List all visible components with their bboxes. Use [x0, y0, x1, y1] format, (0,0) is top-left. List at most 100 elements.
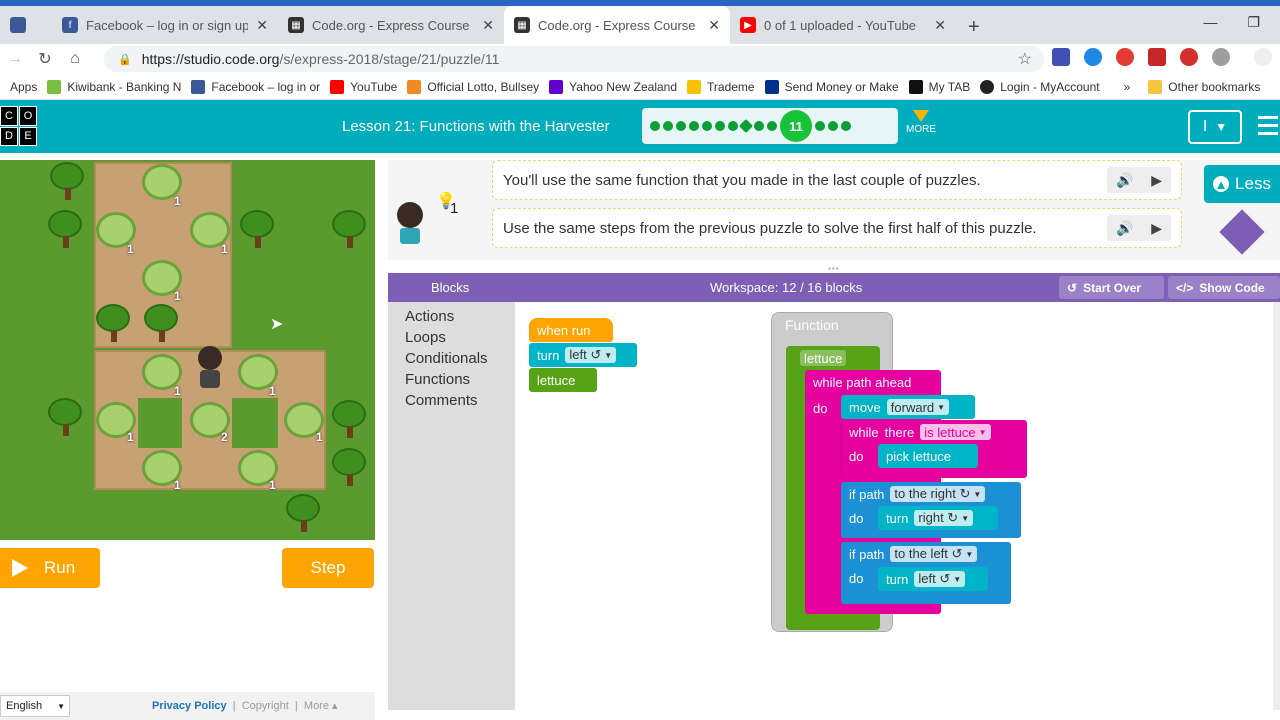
lesson-title[interactable]: Lesson 21: Functions with the Harvester	[342, 118, 610, 135]
puzzle-dot[interactable]	[841, 121, 851, 131]
more-button[interactable]: MORE	[906, 110, 936, 135]
extension-icon[interactable]	[1212, 48, 1230, 66]
privacy-link[interactable]: Privacy Policy	[152, 700, 227, 712]
function-name[interactable]: lettuce	[800, 350, 847, 366]
direction-dropdown[interactable]: to the right ↻ ▼	[890, 486, 986, 502]
adblock-icon[interactable]	[1116, 48, 1134, 66]
puzzle-dot[interactable]	[828, 121, 838, 131]
bookmark-myaccount[interactable]: Login - MyAccount	[980, 79, 1100, 94]
run-button[interactable]: Run	[0, 548, 100, 588]
less-button[interactable]: ▲ Less	[1204, 165, 1280, 203]
language-select[interactable]: English ▼	[0, 695, 70, 717]
hamburger-menu-icon[interactable]	[1258, 116, 1278, 140]
block-label: when run	[537, 322, 591, 338]
puzzle-dot[interactable]	[689, 121, 699, 131]
show-code-button[interactable]: </> Show Code	[1168, 276, 1280, 299]
bookmark-kiwibank[interactable]: Kiwibank - Banking N	[47, 79, 181, 94]
tab-codeorg-active[interactable]: ▦ Code.org - Express Course (2018 ✕	[504, 6, 730, 44]
puzzle-dot-assessment[interactable]	[738, 118, 754, 134]
pinned-tab[interactable]	[0, 6, 46, 44]
tab-codeorg-1[interactable]: ▦ Code.org - Express Course (2018 ✕	[278, 6, 504, 44]
bookmark-facebook[interactable]: Facebook – log in or	[191, 79, 320, 94]
toolbox-functions[interactable]: Functions	[405, 371, 470, 388]
user-menu[interactable]: I ▼	[1188, 110, 1242, 144]
toolbox-conditionals[interactable]: Conditionals	[405, 350, 488, 367]
direction-dropdown[interactable]: forward ▼	[886, 399, 950, 415]
puzzle-dot[interactable]	[767, 121, 777, 131]
close-tab-icon[interactable]: ✕	[256, 17, 268, 34]
bookmark-mytab[interactable]: My TAB	[908, 79, 970, 94]
turn-left-block-2[interactable]: turn left ↺ ▼	[878, 567, 988, 591]
direction-dropdown[interactable]: to the left ↺ ▼	[890, 546, 978, 562]
turn-right-block[interactable]: turn right ↻ ▼	[878, 506, 998, 530]
profile-icon[interactable]	[1254, 48, 1272, 66]
code-workspace[interactable]: when run turn left ↺ ▼ lettuce Function l…	[515, 302, 1280, 710]
pick-lettuce-block[interactable]: pick lettuce	[878, 444, 978, 468]
bookmarks-overflow[interactable]: »	[1124, 80, 1131, 94]
close-tab-icon[interactable]: ✕	[934, 17, 946, 34]
tab-facebook[interactable]: f Facebook – log in or sign up ✕	[52, 6, 278, 44]
url-domain: https://studio.code.org	[141, 51, 280, 67]
direction-dropdown[interactable]: left ↺ ▼	[914, 571, 966, 587]
bookmark-label: Trademe	[707, 79, 755, 94]
puzzle-dot[interactable]	[728, 121, 738, 131]
puzzle-dot[interactable]	[663, 121, 673, 131]
if-path-right-block[interactable]: if path to the right ↻ ▼	[841, 482, 1021, 506]
puzzle-dot[interactable]	[815, 121, 825, 131]
puzzle-dot[interactable]	[702, 121, 712, 131]
bookmark-youtube[interactable]: YouTube	[330, 79, 397, 94]
close-tab-icon[interactable]: ✕	[482, 17, 494, 34]
opera-icon[interactable]	[1180, 48, 1198, 66]
bookmark-paypal[interactable]: Send Money or Make	[764, 79, 899, 94]
speaker-icon[interactable]: 🔊	[1116, 172, 1133, 189]
speaker-icon[interactable]: 🔊	[1116, 220, 1133, 237]
bookmark-other[interactable]: Other bookmarks	[1148, 79, 1260, 94]
puzzle-dot[interactable]	[650, 121, 660, 131]
if-path-left-block[interactable]: if path to the left ↺ ▼	[841, 542, 1011, 566]
codeorg-logo[interactable]: C O D E	[0, 106, 37, 146]
more-link[interactable]: More ▴	[304, 700, 338, 712]
puzzle-dot[interactable]	[715, 121, 725, 131]
toolbox-actions[interactable]: Actions	[405, 308, 454, 325]
bookmark-star-icon[interactable]: ☆	[1018, 49, 1032, 69]
bookmark-trademe[interactable]: Trademe	[687, 79, 755, 94]
bookmark-apps[interactable]: Apps	[10, 80, 37, 94]
condition-dropdown[interactable]: is lettuce ▼	[920, 424, 991, 440]
toolbox-loops[interactable]: Loops	[405, 329, 446, 346]
resize-grip-icon[interactable]: ▪▪▪	[828, 264, 840, 273]
new-tab-button[interactable]: +	[968, 16, 980, 39]
start-over-label: Start Over	[1083, 280, 1142, 295]
bookmark-lotto[interactable]: Official Lotto, Bullsey	[407, 79, 539, 94]
puzzle-dot[interactable]	[754, 121, 764, 131]
while-path-ahead-block[interactable]: while path ahead	[805, 370, 941, 394]
function-name-block[interactable]: lettuce	[792, 346, 880, 370]
start-over-button[interactable]: ↺ Start Over	[1059, 276, 1164, 299]
turn-left-block[interactable]: turn left ↺ ▼	[529, 343, 637, 367]
pdf-icon[interactable]	[1148, 48, 1166, 66]
direction-dropdown[interactable]: right ↻ ▼	[914, 510, 974, 526]
url-input[interactable]: 🔒 https://studio.code.org /s/express-201…	[104, 46, 1044, 72]
step-button[interactable]: Step	[282, 548, 374, 588]
extension-icon[interactable]	[1052, 48, 1070, 66]
lettuce-call-block[interactable]: lettuce	[529, 368, 597, 392]
play-icon[interactable]: ▶	[1151, 220, 1162, 237]
puzzle-dot[interactable]	[676, 121, 686, 131]
restore-icon[interactable]: ❐	[1247, 14, 1260, 31]
while-there-is-lettuce-block[interactable]: while there is lettuce ▼	[841, 420, 1027, 444]
minimize-icon[interactable]: —	[1203, 14, 1217, 31]
back-icon[interactable]: →	[0, 50, 30, 68]
home-icon[interactable]: ⌂	[60, 50, 90, 68]
toolbox-comments[interactable]: Comments	[405, 392, 478, 409]
current-puzzle[interactable]: 11	[780, 110, 812, 142]
copyright-link[interactable]: Copyright	[242, 700, 289, 712]
tab-youtube[interactable]: ▶ 0 of 1 uploaded - YouTube ✕	[730, 6, 956, 44]
workspace-scrollbar[interactable]	[1273, 302, 1280, 710]
play-icon[interactable]: ▶	[1151, 172, 1162, 189]
when-run-block[interactable]: when run	[529, 318, 613, 342]
bookmark-yahoo[interactable]: Yahoo New Zealand	[549, 79, 677, 94]
move-forward-block[interactable]: move forward ▼	[841, 395, 975, 419]
direction-dropdown[interactable]: left ↺ ▼	[565, 347, 617, 363]
reload-icon[interactable]: ↻	[30, 49, 60, 69]
close-tab-icon[interactable]: ✕	[708, 17, 720, 34]
cloud-icon[interactable]	[1084, 48, 1102, 66]
